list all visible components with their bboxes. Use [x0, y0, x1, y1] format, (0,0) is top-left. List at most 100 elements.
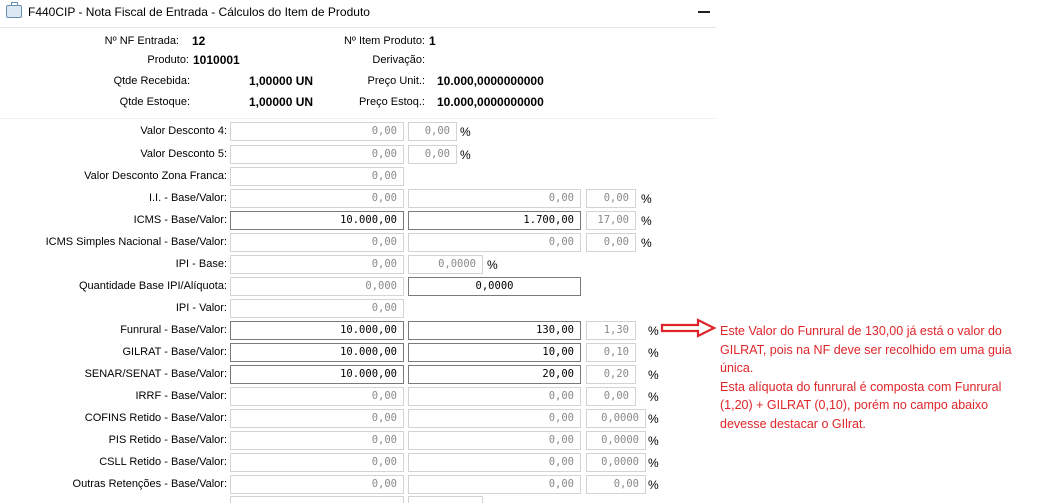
pis-base-field[interactable]: 0,00: [230, 431, 404, 450]
pis-label: PIS Retido - Base/Valor:: [108, 434, 227, 446]
ipi-valor-field[interactable]: 0,00: [230, 299, 404, 318]
item-produto-label: Nº Item Produto:: [343, 35, 425, 47]
icms-simples-rate-field[interactable]: 0,00: [586, 233, 636, 252]
nf-entrada-value: 12: [192, 34, 206, 48]
cofins-pct: %: [648, 412, 659, 426]
icms-rate-field[interactable]: 17,00: [586, 211, 636, 230]
ipi-aliquota-field[interactable]: 0,0000: [408, 277, 581, 296]
cofins-label: COFINS Retido - Base/Valor:: [84, 412, 227, 424]
outras-label: Outras Retenções - Base/Valor:: [72, 478, 227, 490]
senar-pct: %: [648, 368, 659, 382]
qtde-estoque-label: Qtde Estoque:: [119, 96, 190, 108]
desconto4-percent-field[interactable]: 0,00: [408, 122, 457, 141]
produto-value: 1010001: [193, 53, 240, 67]
ii-base-field[interactable]: 0,00: [230, 189, 404, 208]
csll-rate-field[interactable]: 0,0000: [586, 453, 646, 472]
qtde-recebida-value: 1,00000 UN: [249, 74, 314, 88]
preco-estoq-label: Preço Estoq.:: [358, 96, 425, 108]
outras-pct: %: [648, 478, 659, 492]
item-produto-value: 1: [429, 34, 436, 48]
produto-label: Produto:: [147, 54, 189, 66]
funrural-rate-field[interactable]: 1,30: [586, 321, 636, 340]
qtd-base-ipi-field[interactable]: 0,000: [230, 277, 404, 296]
irrf-value-field[interactable]: 0,00: [408, 387, 581, 406]
icms-simples-base-field[interactable]: 0,00: [230, 233, 404, 252]
preco-unit-label: Preço Unit.:: [367, 75, 425, 87]
gilrat-pct: %: [648, 346, 659, 360]
ipi-rate-field[interactable]: 0,0000: [408, 255, 483, 274]
icms-simples-label: ICMS Simples Nacional - Base/Valor:: [45, 236, 227, 248]
gilrat-value-field[interactable]: 10,00: [408, 343, 581, 362]
senar-value-field[interactable]: 20,00: [408, 365, 581, 384]
irrf-base-field[interactable]: 0,00: [230, 387, 404, 406]
annotation-line-1: Este Valor do Funrural de 130,00 já está…: [720, 324, 1012, 375]
annotation-note: Este Valor do Funrural de 130,00 já está…: [720, 322, 1035, 433]
ipi-base-pct: %: [487, 258, 498, 272]
ii-value-field[interactable]: 0,00: [408, 189, 581, 208]
funrural-label: Funrural - Base/Valor:: [120, 324, 227, 336]
ii-pct: %: [641, 192, 652, 206]
pis-pct: %: [648, 434, 659, 448]
cofins-value-field[interactable]: 0,00: [408, 409, 581, 428]
gilrat-base-field[interactable]: 10.000,00: [230, 343, 404, 362]
cofins-rate-field[interactable]: 0,0000: [586, 409, 646, 428]
irrf-rate-field[interactable]: 0,00: [586, 387, 636, 406]
qtde-estoque-value: 1,00000 UN: [249, 95, 314, 109]
pis-rate-field[interactable]: 0,0000: [586, 431, 646, 450]
header-divider: [0, 118, 716, 119]
qtd-base-ipi-label: Quantidade Base IPI/Alíquota:: [79, 280, 227, 292]
outras-base-field[interactable]: 0,00: [230, 475, 404, 494]
gilrat-label: GILRAT - Base/Valor:: [122, 346, 227, 358]
red-arrow-icon: [660, 318, 716, 338]
icms-label: ICMS - Base/Valor:: [133, 214, 227, 226]
csll-value-field[interactable]: 0,00: [408, 453, 581, 472]
icms-pct: %: [641, 214, 652, 228]
zona-franca-label: Valor Desconto Zona Franca:: [84, 170, 227, 182]
title-divider: [0, 27, 716, 28]
qtde-recebida-label: Qtde Recebida:: [113, 75, 190, 87]
desconto4-pct: %: [460, 125, 471, 139]
funrural-base-field[interactable]: 10.000,00: [230, 321, 404, 340]
senar-rate-field[interactable]: 0,20: [586, 365, 636, 384]
zona-franca-field[interactable]: 0,00: [230, 167, 404, 186]
ii-label: I.I. - Base/Valor:: [148, 192, 227, 204]
desconto4-label: Valor Desconto 4:: [140, 125, 227, 137]
cofins-base-field[interactable]: 0,00: [230, 409, 404, 428]
senar-label: SENAR/SENAT - Base/Valor:: [84, 368, 227, 380]
desconto5-value-field[interactable]: 0,00: [230, 145, 404, 164]
gilrat-rate-field[interactable]: 0,10: [586, 343, 636, 362]
senar-base-field[interactable]: 10.000,00: [230, 365, 404, 384]
title-bar: F440CIP - Nota Fiscal de Entrada - Cálcu…: [0, 0, 716, 26]
pis-value-field[interactable]: 0,00: [408, 431, 581, 450]
nf-entrada-label: Nº NF Entrada:: [104, 35, 179, 47]
window-title: F440CIP - Nota Fiscal de Entrada - Cálcu…: [28, 5, 370, 19]
funrural-value-field[interactable]: 130,00: [408, 321, 581, 340]
preco-estoq-value: 10.000,0000000000: [437, 95, 544, 109]
minimize-button[interactable]: [698, 11, 710, 13]
derivacao-label: Derivação:: [372, 54, 425, 66]
icms-base-field[interactable]: 10.000,00: [230, 211, 404, 230]
desconto5-pct: %: [460, 148, 471, 162]
icms-value-field[interactable]: 1.700,00: [408, 211, 581, 230]
icms-simples-pct: %: [641, 236, 652, 250]
funrural-pct: %: [648, 324, 659, 338]
outras-value-field[interactable]: 0,00: [408, 475, 581, 494]
outras-rate-field[interactable]: 0,00: [586, 475, 646, 494]
desconto5-label: Valor Desconto 5:: [140, 148, 227, 160]
csll-pct: %: [648, 456, 659, 470]
icms-simples-value-field[interactable]: 0,00: [408, 233, 581, 252]
next-row-cutoff: [0, 496, 716, 503]
preco-unit-value: 10.000,0000000000: [437, 74, 544, 88]
irrf-pct: %: [648, 390, 659, 404]
ipi-valor-label: IPI - Valor:: [175, 302, 227, 314]
annotation-line-2: Esta alíquota do funrural é composta com…: [720, 379, 1002, 431]
csll-base-field[interactable]: 0,00: [230, 453, 404, 472]
desconto4-value-field[interactable]: 0,00: [230, 122, 404, 141]
csll-label: CSLL Retido - Base/Valor:: [99, 456, 227, 468]
briefcase-icon: [6, 2, 22, 18]
irrf-label: IRRF - Base/Valor:: [135, 390, 228, 402]
ipi-base-label: IPI - Base:: [175, 258, 227, 270]
desconto5-percent-field[interactable]: 0,00: [408, 145, 457, 164]
ii-rate-field[interactable]: 0,00: [586, 189, 636, 208]
ipi-base-field[interactable]: 0,00: [230, 255, 404, 274]
